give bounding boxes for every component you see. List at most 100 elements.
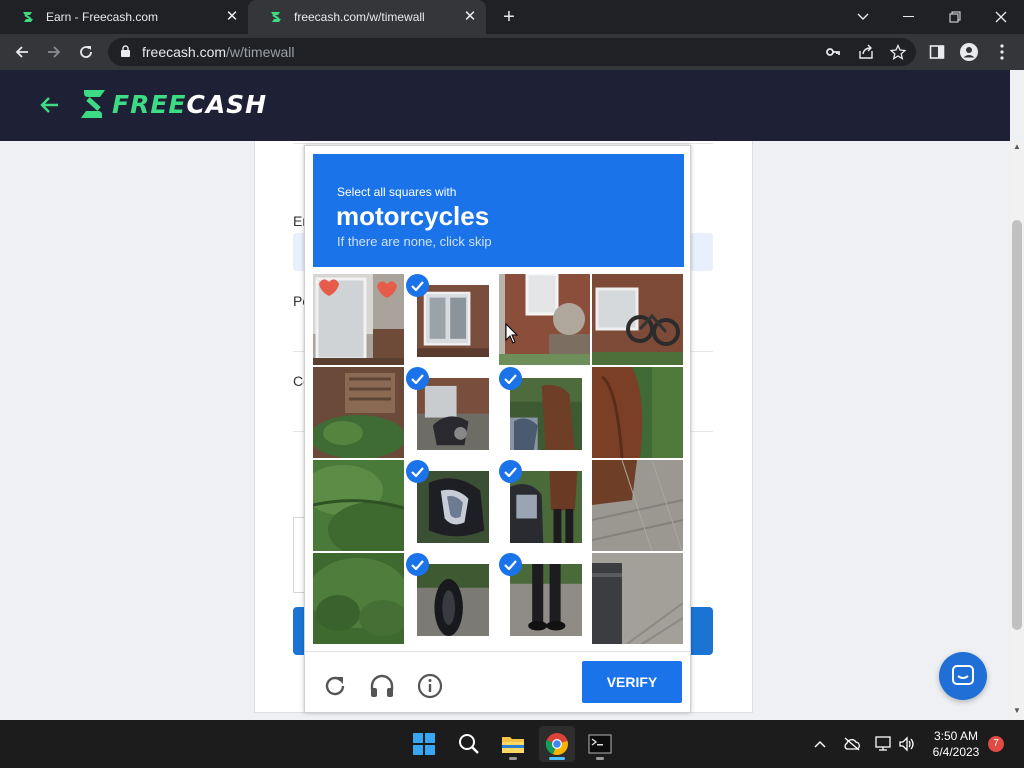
tab-timewall[interactable]: freecash.com/w/timewall ✕ — [248, 0, 486, 34]
clock-date: 6/4/2023 — [932, 745, 980, 759]
reload-button[interactable] — [74, 40, 98, 64]
url-text: freecash.com/w/timewall — [142, 44, 295, 60]
checkmark-icon — [406, 367, 429, 390]
reload-icon — [80, 46, 92, 58]
close-window-button[interactable] — [978, 0, 1024, 34]
running-indicator — [596, 757, 604, 760]
taskbar-file-explorer[interactable] — [495, 726, 531, 762]
captcha-audio-button[interactable] — [368, 672, 396, 700]
close-icon — [995, 11, 1007, 23]
audio-icon — [370, 674, 394, 697]
minimize-icon — [903, 16, 914, 17]
tile-image — [592, 553, 683, 644]
freecash-logo-icon — [81, 90, 105, 118]
start-button[interactable] — [406, 726, 442, 762]
tile-image — [592, 274, 683, 365]
tile-image — [313, 367, 404, 458]
captcha-tile-selected[interactable] — [499, 553, 590, 644]
running-indicator — [549, 757, 565, 760]
side-panel-button[interactable] — [925, 40, 949, 64]
captcha-tile-selected[interactable] — [499, 460, 590, 551]
tray-onedrive[interactable] — [842, 734, 862, 754]
tile-image — [417, 285, 489, 357]
url-host: freecash.com — [142, 44, 227, 60]
captcha-tile[interactable] — [592, 367, 683, 458]
captcha-tile-selected[interactable] — [406, 367, 497, 458]
captcha-challenge: Select all squares with motorcycles If t… — [304, 145, 691, 713]
minimize-button[interactable] — [886, 0, 932, 34]
freecash-logo[interactable]: FREECASH — [78, 88, 267, 120]
arrow-right-icon — [48, 46, 61, 58]
captcha-header: Select all squares with motorcycles If t… — [313, 154, 684, 267]
restore-icon — [949, 11, 961, 23]
chevron-down-icon — [857, 13, 869, 20]
logo-text: FREECASH — [112, 89, 268, 119]
verify-button[interactable]: VERIFY — [582, 661, 682, 703]
checkmark-icon — [406, 460, 429, 483]
scrollbar-thumb[interactable] — [1012, 220, 1022, 630]
windows-start-icon — [413, 733, 435, 755]
forward-button[interactable] — [42, 40, 66, 64]
terminal-icon — [588, 734, 612, 754]
captcha-tile[interactable] — [499, 274, 590, 365]
captcha-tile[interactable] — [592, 553, 683, 644]
back-button[interactable] — [10, 40, 34, 64]
scroll-down-icon[interactable]: ▼ — [1012, 706, 1022, 716]
new-tab-button[interactable]: + — [498, 6, 520, 28]
taskbar-search-button[interactable] — [451, 726, 487, 762]
kebab-menu-icon — [1000, 44, 1004, 60]
bookmark-button[interactable] — [886, 40, 910, 64]
tray-overflow-button[interactable] — [810, 734, 830, 754]
tab-title: Earn - Freecash.com — [46, 10, 159, 24]
checkmark-icon — [406, 553, 429, 576]
share-button[interactable] — [854, 40, 878, 64]
restore-button[interactable] — [932, 0, 978, 34]
profile-button[interactable] — [957, 40, 981, 64]
captcha-refresh-button[interactable] — [321, 672, 349, 700]
tile-image — [417, 471, 489, 543]
captcha-tile-selected[interactable] — [406, 460, 497, 551]
captcha-tile[interactable] — [313, 553, 404, 644]
tab-close-icon[interactable]: ✕ — [462, 9, 478, 25]
browser-menu-button[interactable] — [990, 40, 1014, 64]
captcha-tile[interactable] — [313, 274, 404, 365]
tile-image — [313, 274, 404, 365]
tile-image — [417, 564, 489, 636]
captcha-image-grid — [313, 274, 684, 644]
running-indicator — [509, 757, 517, 760]
avatar-icon — [960, 43, 978, 61]
captcha-info-button[interactable] — [416, 672, 444, 700]
cloud-offline-icon — [844, 737, 860, 751]
captcha-tile[interactable] — [313, 367, 404, 458]
page-scrollbar[interactable]: ▲ ▼ — [1010, 140, 1024, 720]
chevron-up-icon — [814, 740, 826, 748]
speaker-icon — [899, 736, 914, 752]
support-chat-button[interactable] — [939, 652, 987, 700]
notification-badge[interactable]: 7 — [988, 736, 1004, 752]
captcha-tile-selected[interactable] — [406, 553, 497, 644]
address-bar[interactable]: freecash.com/w/timewall — [108, 38, 916, 66]
tab-search-button[interactable] — [840, 0, 886, 34]
taskbar-chrome[interactable] — [539, 726, 575, 762]
system-clock[interactable]: 3:50 AM 6/4/2023 — [922, 728, 990, 760]
back-arrow-icon[interactable] — [38, 94, 60, 116]
taskbar-terminal[interactable] — [582, 726, 618, 762]
tray-network[interactable] — [873, 734, 893, 754]
captcha-tile[interactable] — [592, 274, 683, 365]
scroll-up-icon[interactable]: ▲ — [1012, 142, 1022, 152]
tray-volume[interactable] — [897, 734, 917, 754]
captcha-tile-selected[interactable] — [406, 274, 497, 365]
captcha-tile[interactable] — [313, 460, 404, 551]
tab-earn-freecash[interactable]: Earn - Freecash.com ✕ — [0, 0, 248, 34]
tile-image — [510, 378, 582, 450]
freecash-favicon — [23, 12, 33, 22]
captcha-tile-selected[interactable] — [499, 367, 590, 458]
checkmark-icon — [499, 460, 522, 483]
tab-close-icon[interactable]: ✕ — [224, 9, 240, 25]
network-icon — [875, 736, 891, 751]
tile-image — [313, 460, 404, 551]
captcha-tile[interactable] — [592, 460, 683, 551]
lock-icon — [121, 45, 130, 57]
checkmark-icon — [499, 553, 522, 576]
password-key-button[interactable] — [821, 40, 845, 64]
